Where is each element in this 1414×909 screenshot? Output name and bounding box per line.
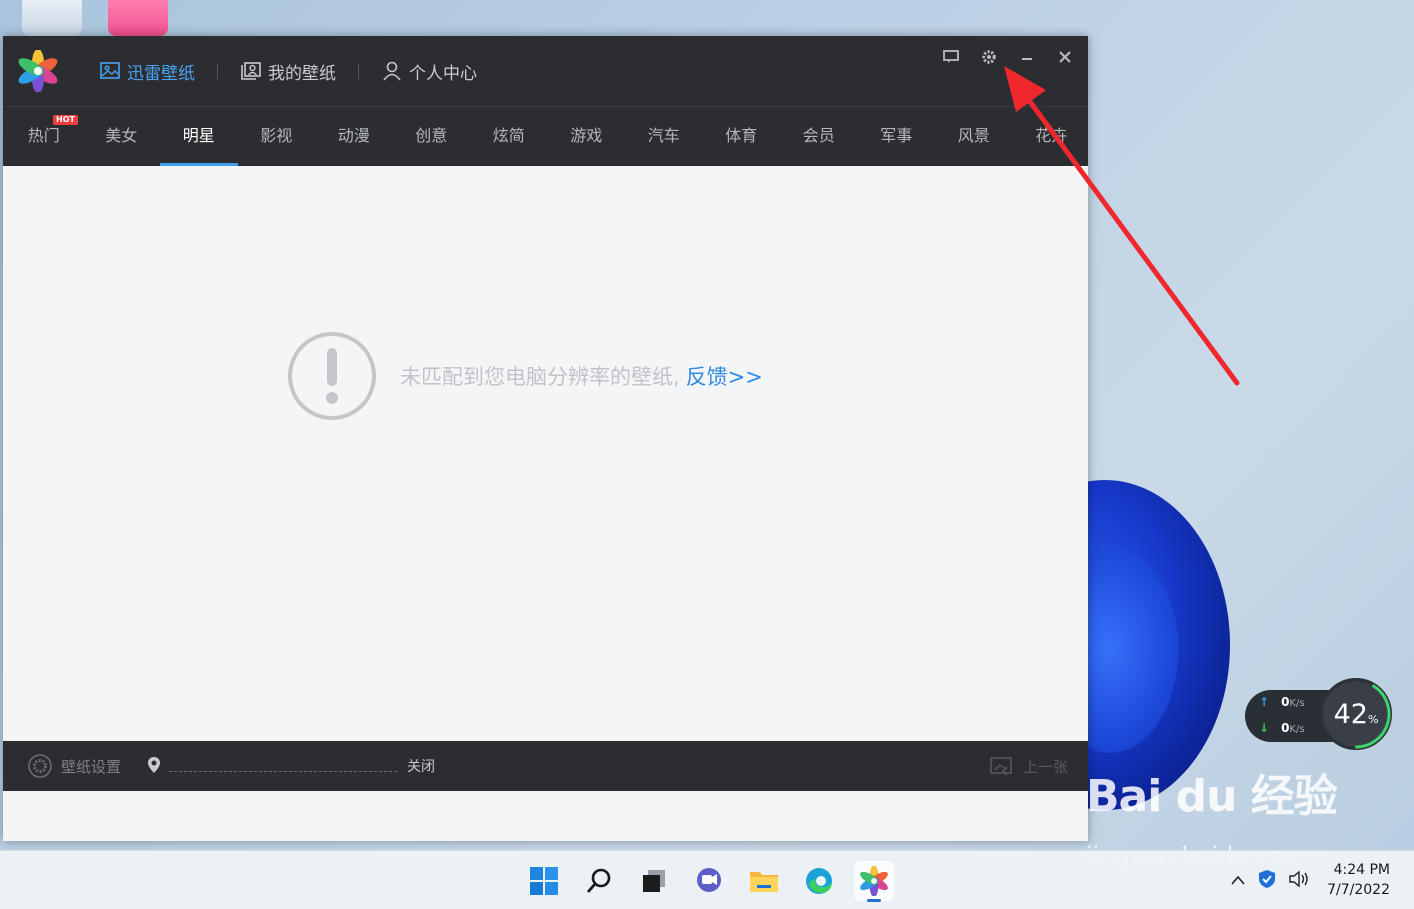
download-speed: ↓ 0K/s (1259, 721, 1305, 735)
nav-label: 个人中心 (409, 63, 477, 84)
taskbar: 4:24 PM 7/7/2022 (0, 850, 1414, 909)
wallpaper-app-icon[interactable] (854, 861, 894, 902)
nav-my-wallpaper[interactable]: 我的壁纸 (240, 59, 336, 84)
category-tab[interactable]: 花卉 (1013, 107, 1089, 166)
prev-image-icon (990, 757, 1012, 776)
user-icon (383, 61, 401, 81)
nav-divider (358, 63, 359, 79)
toggle-label[interactable]: 关闭 (407, 756, 435, 776)
exclamation-icon (288, 332, 376, 420)
empty-notice: 未匹配到您电脑分辨率的壁纸, 反馈>> (286, 330, 763, 422)
category-tab[interactable]: 创意 (393, 107, 471, 166)
shield-icon[interactable] (1258, 869, 1276, 893)
portrait-icon (241, 62, 261, 80)
category-tab-active[interactable]: 明星 (160, 107, 238, 166)
wallpaper-app-window: 迅雷壁纸 我的壁纸 个人中心 热门HOT 美女 明星 影视 动漫 创意 炫简 (3, 36, 1088, 841)
category-tab[interactable]: 体育 (703, 107, 781, 166)
category-tab[interactable]: 美女 (83, 107, 161, 166)
upload-speed: ↑ 0K/s (1259, 695, 1305, 709)
taskbar-clock[interactable]: 4:24 PM 7/7/2022 (1327, 860, 1390, 900)
clock-date: 7/7/2022 (1327, 882, 1390, 898)
nav-xunlei-wallpaper[interactable]: 迅雷壁纸 (99, 59, 195, 84)
category-tab[interactable]: 汽车 (625, 107, 703, 166)
close-icon[interactable] (1056, 48, 1074, 66)
settings-gear-icon (28, 754, 52, 778)
settings-label: 壁纸设置 (61, 757, 122, 776)
category-tab[interactable]: 游戏 (548, 107, 626, 166)
minimize-icon[interactable] (1018, 48, 1036, 66)
edge-icon[interactable] (799, 861, 839, 901)
task-view-icon[interactable] (634, 861, 674, 901)
category-tab-hot[interactable]: 热门 HOT (5, 107, 83, 166)
volume-icon[interactable] (1288, 870, 1310, 892)
taskbar-apps (524, 861, 894, 902)
clock-time: 4:24 PM (1333, 862, 1390, 878)
download-arrow-icon: ↓ (1259, 721, 1270, 735)
desktop-app-icon[interactable] (108, 0, 168, 36)
upload-arrow-icon: ↑ (1259, 695, 1270, 709)
prev-wallpaper-button[interactable]: 上一张 (989, 755, 1068, 777)
category-tab[interactable]: 动漫 (315, 107, 393, 166)
bottom-bar: 壁纸设置 关闭 上一张 (3, 741, 1088, 791)
nav-divider (217, 63, 218, 79)
window-controls (942, 48, 1074, 66)
windows-start-icon[interactable] (524, 861, 564, 901)
file-explorer-icon[interactable] (744, 861, 784, 901)
interval-slider[interactable]: 关闭 (147, 756, 435, 776)
titlebar: 迅雷壁纸 我的壁纸 个人中心 (3, 36, 1088, 106)
system-tray (1230, 869, 1310, 893)
app-logo (18, 50, 58, 92)
wallpaper-settings-button[interactable]: 壁纸设置 (27, 753, 121, 779)
chat-icon[interactable] (942, 48, 960, 66)
nav-label: 迅雷壁纸 (127, 63, 195, 84)
category-tab[interactable]: 影视 (238, 107, 316, 166)
recycle-bin-icon[interactable] (22, 0, 82, 36)
location-pin-icon (148, 757, 161, 773)
feedback-link[interactable]: 反馈>> (686, 365, 763, 389)
category-tab[interactable]: 风景 (935, 107, 1013, 166)
nav-label: 我的壁纸 (268, 63, 336, 84)
category-bar: 热门 HOT 美女 明星 影视 动漫 创意 炫简 游戏 汽车 体育 会员 军事 风… (3, 106, 1088, 166)
search-icon[interactable] (579, 861, 619, 901)
watermark-brand: Bai du 经验 (1086, 771, 1338, 822)
prev-label: 上一张 (1022, 757, 1068, 776)
picture-icon (100, 62, 120, 79)
chevron-up-icon[interactable] (1230, 872, 1246, 890)
category-tab[interactable]: 会员 (780, 107, 858, 166)
category-tab[interactable]: 炫简 (470, 107, 548, 166)
hot-badge: HOT (53, 115, 78, 125)
baidu-jingyan-watermark: Bai du 经验 jingyan.baidu.com (1086, 760, 1338, 870)
category-tab[interactable]: 军事 (858, 107, 936, 166)
gauge-ring (1321, 679, 1391, 749)
gear-icon[interactable] (980, 48, 998, 66)
chat-icon[interactable] (689, 861, 729, 901)
top-nav: 迅雷壁纸 我的壁纸 个人中心 (99, 59, 477, 84)
memory-gauge[interactable]: 42% (1320, 678, 1392, 750)
nav-personal-center[interactable]: 个人中心 (381, 59, 477, 84)
content-area: 未匹配到您电脑分辨率的壁纸, 反馈>> 壁纸设置 关闭 上一张 (3, 166, 1088, 791)
slider-track[interactable] (169, 770, 398, 772)
notice-message: 未匹配到您电脑分辨率的壁纸, 反馈>> (400, 365, 763, 389)
